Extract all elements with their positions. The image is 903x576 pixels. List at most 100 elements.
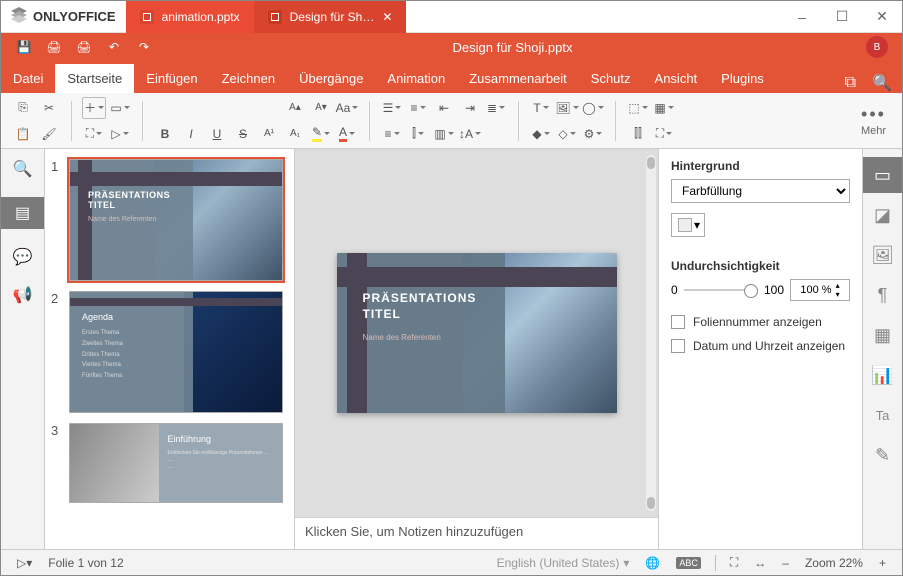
table-settings-icon[interactable]: ▦ <box>863 317 902 353</box>
slide-canvas[interactable]: PRÄSENTATIONSTITEL Name des Referenten <box>337 253 617 413</box>
menu-zusammenarbeit[interactable]: Zusammenarbeit <box>457 64 579 93</box>
paste-icon[interactable]: 📋 <box>11 123 35 145</box>
text-art-settings-icon[interactable]: Ta <box>863 397 902 433</box>
textbox-button[interactable]: T <box>529 97 553 119</box>
menu-zeichnen[interactable]: Zeichnen <box>210 64 287 93</box>
shape-settings-button[interactable]: ⚙ <box>581 123 605 145</box>
change-case-button[interactable]: Aa <box>335 97 359 119</box>
text-direction-button[interactable]: ↕A <box>458 123 482 145</box>
menu-ansicht[interactable]: Ansicht <box>643 64 710 93</box>
user-avatar[interactable]: B <box>866 36 888 58</box>
tab-close-icon[interactable]: ✕ <box>382 10 392 24</box>
doc-tab-1[interactable]: Design für Sh… ✕ <box>254 1 407 33</box>
slide-settings-icon[interactable]: ▭ <box>863 157 902 193</box>
print-icon[interactable]: 🖨 <box>39 40 69 54</box>
italic-button[interactable]: I <box>179 123 203 145</box>
increase-font-icon[interactable]: A▴ <box>283 97 307 119</box>
decrease-indent-icon[interactable]: ⇤ <box>432 97 456 119</box>
underline-button[interactable]: U <box>205 123 229 145</box>
menu-plugins[interactable]: Plugins <box>709 64 776 93</box>
new-slide-button[interactable]: ＋ <box>82 97 106 119</box>
shape-outline-button[interactable]: ◇ <box>555 123 579 145</box>
fit-width-icon[interactable]: ↔ <box>754 556 766 570</box>
notes-pane[interactable]: Klicken Sie, um Notizen hinzuzufügen <box>295 517 658 549</box>
undo-icon[interactable]: ↶ <box>99 40 129 54</box>
slide-size-button-2[interactable]: ⛶ <box>652 123 676 145</box>
fill-type-select[interactable]: Farbfüllung <box>671 179 850 203</box>
quick-print-icon[interactable]: 🖨 <box>69 40 99 54</box>
set-language-icon[interactable]: 🌐 <box>645 556 660 570</box>
cut-icon[interactable]: ✂ <box>37 97 61 119</box>
opacity-spinner[interactable]: 100 % ▴▾ <box>790 279 850 301</box>
chart-settings-icon[interactable]: 📊 <box>863 357 902 393</box>
checkbox-date-time-label: Datum und Uhrzeit anzeigen <box>693 339 845 353</box>
feedback-icon[interactable]: 📢 <box>13 285 33 305</box>
menu-einfuegen[interactable]: Einfügen <box>134 64 209 93</box>
copy-icon[interactable]: ⎘ <box>11 97 35 119</box>
menu-animation[interactable]: Animation <box>375 64 457 93</box>
canvas-viewport[interactable]: PRÄSENTATIONSTITEL Name des Referenten <box>295 149 658 517</box>
toolbar-more[interactable]: ••• Mehr <box>849 104 898 137</box>
opacity-slider[interactable] <box>684 289 758 291</box>
image-button[interactable]: 🖼 <box>555 97 579 119</box>
slide-layout-button[interactable]: ▭ <box>108 97 132 119</box>
slide-size-button[interactable]: ⛶ <box>82 123 106 145</box>
slides-pane-icon[interactable]: ▤ <box>1 197 44 229</box>
bullets-button[interactable]: ☰ <box>380 97 404 119</box>
start-slideshow-button[interactable]: ▷ <box>108 123 132 145</box>
align-vertical-button[interactable]: ⫿ <box>406 123 430 145</box>
slide-title: PRÄSENTATIONSTITEL <box>363 291 477 322</box>
zoom-out-icon[interactable]: – <box>782 556 789 570</box>
fit-slide-icon[interactable]: ⛶ <box>730 555 738 570</box>
shape-settings-icon[interactable]: ◪ <box>863 197 902 233</box>
save-icon[interactable]: 💾 <box>9 40 39 54</box>
doc-tab-0[interactable]: animation.pptx <box>126 1 254 33</box>
menu-startseite[interactable]: Startseite <box>55 64 134 93</box>
line-spacing-button[interactable]: ≣ <box>484 97 508 119</box>
increase-indent-icon[interactable]: ⇥ <box>458 97 482 119</box>
window-minimize[interactable]: – <box>782 9 822 25</box>
decrease-font-icon[interactable]: A▾ <box>309 97 333 119</box>
align-horizontal-button[interactable]: ≡ <box>380 123 404 145</box>
slide-thumb-3[interactable]: Einführung Entdecken Sie erstklassige Pr… <box>69 423 283 503</box>
menu-datei[interactable]: Datei <box>1 64 55 93</box>
background-label: Hintergrund <box>671 159 850 173</box>
strikethrough-button[interactable]: S <box>231 123 255 145</box>
shape-button[interactable]: ◯ <box>581 97 605 119</box>
zoom-in-icon[interactable]: + <box>879 556 886 570</box>
search-icon[interactable]: 🔍 <box>872 73 892 93</box>
superscript-button[interactable]: A¹ <box>257 123 281 145</box>
menu-schutz[interactable]: Schutz <box>579 64 643 93</box>
insert-columns-button[interactable]: ▥ <box>432 123 456 145</box>
highlight-button[interactable]: ✎ <box>309 123 333 145</box>
subscript-button[interactable]: A₁ <box>283 123 307 145</box>
signature-settings-icon[interactable]: ✎ <box>863 437 902 473</box>
arrange-button[interactable]: ⬚ <box>626 97 650 119</box>
font-color-button[interactable]: A <box>335 123 359 145</box>
comments-icon[interactable]: 💬 <box>13 247 33 267</box>
fill-color-button[interactable]: ▾ <box>671 213 705 237</box>
slide-thumb-1[interactable]: PRÄSENTATIONSTITEL Name des Referenten <box>69 159 283 281</box>
image-settings-icon[interactable]: 🖼 <box>863 237 902 273</box>
bold-button[interactable]: B <box>153 123 177 145</box>
paragraph-settings-icon[interactable]: ¶ <box>863 277 902 313</box>
window-maximize[interactable]: ☐ <box>822 8 862 25</box>
align-objects-button[interactable]: ▦ <box>652 97 676 119</box>
spellcheck-icon[interactable]: ABC <box>676 557 701 569</box>
numbering-button[interactable]: ≡ <box>406 97 430 119</box>
distribute-button[interactable]: ⫿⫿ <box>626 123 650 145</box>
redo-icon[interactable]: ↷ <box>129 40 159 54</box>
format-painter-icon[interactable]: 🖌 <box>37 123 61 145</box>
canvas-scrollbar[interactable] <box>646 155 656 511</box>
play-slideshow-icon[interactable]: ▷▾ <box>17 556 32 570</box>
open-file-location-icon[interactable]: ⧉ <box>845 74 856 92</box>
find-icon[interactable]: 🔍 <box>13 159 33 179</box>
shape-fill-button[interactable]: ◆ <box>529 123 553 145</box>
checkbox-date-time[interactable] <box>671 339 685 353</box>
window-close[interactable]: ✕ <box>862 8 902 25</box>
checkbox-slide-number[interactable] <box>671 315 685 329</box>
slide-thumb-2[interactable]: Agenda Erstes Thema Zweites Thema Dritte… <box>69 291 283 413</box>
zoom-label[interactable]: Zoom 22% <box>805 556 863 570</box>
menu-uebergaenge[interactable]: Übergänge <box>287 64 375 93</box>
document-language[interactable]: English (United States) ▾ <box>497 556 630 570</box>
